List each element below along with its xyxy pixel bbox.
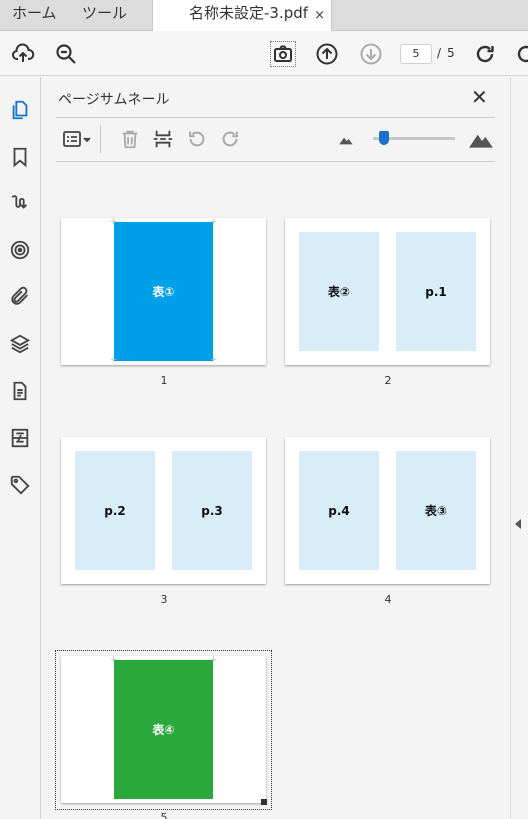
tab-tools[interactable]: ツール <box>70 0 153 31</box>
trash-icon[interactable] <box>118 127 142 151</box>
snapshot-camera-icon[interactable] <box>270 41 296 67</box>
options-menu-button[interactable] <box>58 127 96 151</box>
tab-document[interactable]: 名称未設定-3.pdf × <box>152 0 332 32</box>
paperclip-icon[interactable] <box>8 284 32 308</box>
page-block: 表① <box>114 222 213 361</box>
bookmark-icon[interactable] <box>8 145 32 169</box>
thumbnail-page-number: 2 <box>384 374 392 387</box>
page-block: 表② <box>299 232 379 351</box>
left-rail <box>0 77 41 819</box>
zoom-slider-thumb[interactable] <box>379 131 389 145</box>
expand-right-pane-icon[interactable] <box>515 519 521 529</box>
panel-divider <box>56 117 495 118</box>
rotate-icon[interactable] <box>471 40 499 68</box>
page-separator: / <box>437 46 442 60</box>
main-toolbar: 5 / 5 <box>0 31 528 76</box>
tab-bar: ホーム ツール 名称未設定-3.pdf × <box>0 0 528 32</box>
page-down-icon[interactable] <box>357 40 385 68</box>
right-pane-strip <box>510 77 528 819</box>
rotate-ccw-icon[interactable] <box>185 127 209 151</box>
page-block: 表③ <box>396 451 476 570</box>
large-mountain-icon[interactable] <box>468 127 494 151</box>
compare-icon[interactable] <box>8 426 32 450</box>
thumbnail-page-3[interactable]: p.2 p.3 <box>61 437 266 584</box>
thumbnail-page-5[interactable]: 表④ + + <box>61 656 266 803</box>
page-block: p.4 <box>299 451 379 570</box>
zoom-search-icon[interactable] <box>52 40 80 68</box>
thumbnail-page-number: 1 <box>160 374 168 387</box>
thumbnail-page-2[interactable]: 表② p.1 <box>285 218 490 365</box>
thumbnail-page-4[interactable]: p.4 表③ <box>285 437 490 584</box>
page-number-input[interactable]: 5 <box>400 44 432 64</box>
rotate-partial-icon[interactable] <box>512 40 528 68</box>
upload-cloud-icon[interactable] <box>9 40 37 68</box>
target-icon[interactable] <box>8 238 32 262</box>
thumbnail-page-1[interactable]: 表① + + + + <box>61 218 266 365</box>
layers-icon[interactable] <box>8 332 32 356</box>
page-block: p.3 <box>172 451 252 570</box>
page-up-icon[interactable] <box>313 40 341 68</box>
tab-close-icon[interactable]: × <box>314 3 325 29</box>
document-icon[interactable] <box>8 379 32 403</box>
thumbnail-page-number: 3 <box>160 593 168 606</box>
tab-home[interactable]: ホーム <box>0 0 70 31</box>
small-mountain-icon[interactable] <box>338 127 354 151</box>
page-block: 表④ <box>114 660 213 799</box>
panel-toolbar-divider <box>56 161 495 162</box>
thumbnail-page-number: 5 <box>160 811 168 819</box>
page-thumbnails-icon[interactable] <box>8 98 32 122</box>
thumbnails-panel: ページサムネール ✕ 表① + + + + 1 表② p.1 2 p.2 p.3… <box>42 77 510 819</box>
rotate-cw-icon[interactable] <box>218 127 242 151</box>
thumbnail-page-number: 4 <box>384 593 392 606</box>
tab-document-label: 名称未設定-3.pdf <box>189 4 309 22</box>
extract-pages-icon[interactable] <box>151 127 175 151</box>
thumbnail-resize-handle[interactable] <box>261 799 267 805</box>
toolbar-separator <box>100 125 101 153</box>
signature-icon[interactable] <box>8 191 32 215</box>
page-total: 5 <box>447 46 455 60</box>
panel-title: ページサムネール <box>58 92 170 108</box>
page-block: p.2 <box>75 451 155 570</box>
options-list-icon <box>63 131 91 147</box>
panel-close-icon[interactable]: ✕ <box>471 85 488 109</box>
tag-icon[interactable] <box>8 473 32 497</box>
page-block: p.1 <box>396 232 476 351</box>
